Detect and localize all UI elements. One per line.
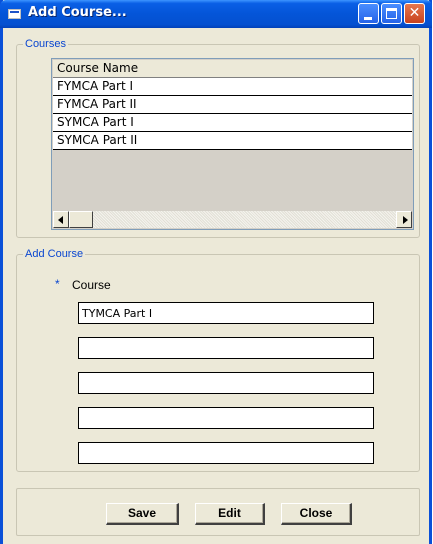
course-field-2[interactable] [78,337,374,359]
close-window-button[interactable]: ✕ [404,3,425,24]
column-header-course-name[interactable]: Course Name [53,60,412,78]
close-icon: ✕ [408,5,421,21]
list-item[interactable]: FYMCA Part I [53,78,412,96]
add-course-group-legend: Add Course [25,248,84,260]
arrow-left-icon [58,216,63,224]
course-label: Course [72,278,111,292]
maximize-button[interactable] [381,3,402,24]
arrow-right-icon [403,216,408,224]
course-field-3[interactable] [78,372,374,394]
list-item[interactable]: FYMCA Part II [53,96,412,114]
maximize-icon [386,8,397,19]
course-field-5[interactable] [78,442,374,464]
list-item[interactable]: SYMCA Part II [53,132,412,150]
scrollbar-thumb[interactable] [69,211,93,228]
scroll-right-button[interactable] [396,211,412,228]
minimize-icon [364,17,372,20]
window-title: Add Course... [28,5,127,20]
window-icon[interactable] [8,9,21,19]
courses-group-legend: Courses [25,38,66,50]
horizontal-scrollbar[interactable] [53,211,412,228]
required-marker: * [55,277,60,291]
save-button[interactable]: Save [106,503,179,525]
list-item[interactable]: SYMCA Part I [53,114,412,132]
close-button[interactable]: Close [281,503,352,525]
edit-button[interactable]: Edit [195,503,265,525]
add-course-window: Add Course... ✕ Courses Course Name FYMC… [0,0,432,544]
minimize-button[interactable] [358,3,379,24]
course-field-4[interactable] [78,407,374,429]
scroll-left-button[interactable] [53,211,69,228]
course-field-1[interactable] [78,302,374,324]
courses-list[interactable]: Course Name FYMCA Part I FYMCA Part II S… [51,58,414,230]
title-bar[interactable]: Add Course... ✕ [0,0,432,28]
